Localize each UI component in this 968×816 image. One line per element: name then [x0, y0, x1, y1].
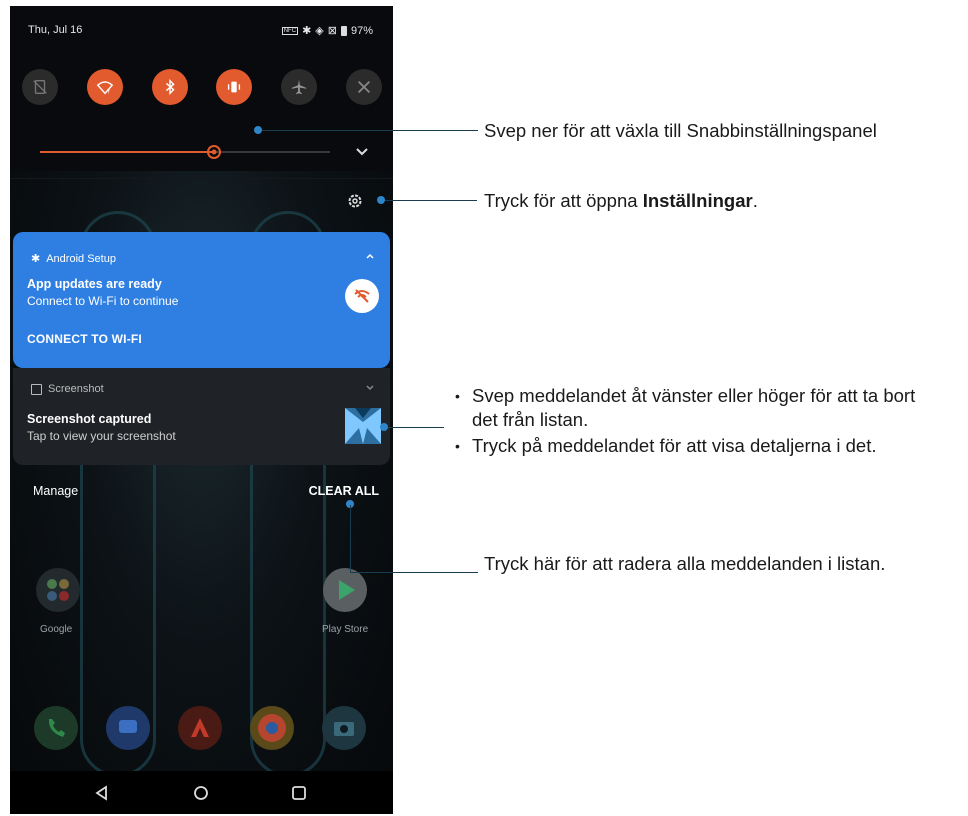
svg-text:?: ? [107, 88, 110, 95]
vibrate-toggle[interactable] [216, 69, 253, 105]
image-icon [31, 383, 42, 395]
notification-app-name: Android Setup [46, 252, 116, 265]
vibrate-icon: ◈ [315, 25, 324, 37]
navigation-bar [10, 771, 393, 814]
brightness-thumb-icon[interactable] [205, 143, 223, 161]
annotation-dot [380, 423, 388, 431]
app-label-play-store: Play Store [322, 624, 369, 635]
home-icon[interactable] [191, 783, 211, 803]
annotation-line [350, 572, 478, 573]
chevron-down-icon[interactable] [364, 382, 376, 394]
annotation-dot [254, 126, 262, 134]
airplane-icon [291, 79, 307, 95]
camera-icon[interactable] [322, 706, 366, 750]
annotation-bullet-tap: Tryck på meddelandet för att visa detalj… [455, 434, 925, 458]
annotation-settings-prefix: Tryck för att öppna [484, 190, 643, 211]
no-sim-icon [33, 80, 47, 94]
play-store-icon[interactable] [323, 568, 367, 612]
annotation-clear-all: Tryck här för att radera alla meddelande… [484, 553, 886, 574]
wifi-off-icon [345, 279, 379, 313]
bluetooth-icon [165, 78, 175, 96]
manage-button[interactable]: Manage [33, 484, 78, 498]
annotation-bullet-swipe: Svep meddelandet åt vänster eller höger … [455, 384, 925, 432]
divider [10, 178, 393, 179]
airplane-toggle[interactable] [281, 69, 318, 105]
recents-icon[interactable] [289, 783, 309, 803]
notification-app-row: Screenshot [31, 383, 104, 395]
chevron-down-icon[interactable] [353, 142, 371, 160]
annotation-notification-bullets: Svep meddelandet åt vänster eller höger … [455, 384, 925, 460]
battery-percent: 97% [350, 24, 373, 37]
app-label-google: Google [40, 624, 73, 635]
brightness-slider[interactable] [40, 145, 330, 159]
google-folder-icon[interactable] [36, 568, 80, 612]
connect-wifi-button[interactable]: CONNECT TO WI-FI [27, 332, 142, 346]
quick-settings-row: ? [22, 69, 382, 105]
annotation-settings-suffix: . [752, 190, 758, 211]
notification-body: Tap to view your screenshot [27, 429, 176, 443]
vibrate-icon [228, 81, 241, 93]
screenshot-thumbnail [345, 408, 381, 444]
x-mode-icon [357, 80, 371, 94]
bluetooth-toggle[interactable] [151, 69, 188, 105]
notification-title: App updates are ready [27, 277, 162, 291]
phone-icon[interactable] [34, 706, 78, 750]
phone-screen: Thu, Jul 16 NFC ✱ ◈ ⊠ 97% ? ✱ Android Se… [10, 6, 393, 814]
no-sim-toggle[interactable] [22, 69, 58, 105]
wifi-question-icon: ? [96, 81, 114, 95]
status-icons: NFC ✱ ◈ ⊠ 97% [281, 24, 373, 37]
messages-icon[interactable] [106, 706, 150, 750]
annotation-line [385, 200, 477, 201]
annotation-line [388, 427, 444, 428]
bluetooth-icon: ✱ [302, 25, 312, 37]
annotation-dot [377, 196, 385, 204]
notification-android-setup[interactable]: ✱ Android Setup App updates are ready Co… [13, 232, 390, 368]
wifi-toggle[interactable]: ? [86, 69, 123, 105]
annotation-line [350, 505, 351, 573]
armoury-icon[interactable] [178, 706, 222, 750]
x-mode-toggle[interactable] [345, 69, 382, 105]
notification-screenshot[interactable]: Screenshot Screenshot captured Tap to vi… [13, 368, 390, 465]
annotation-line [262, 130, 478, 131]
notification-app-row: ✱ Android Setup [31, 252, 116, 266]
annotation-swipe-down: Svep ner för att växla till Snabbinställ… [484, 120, 877, 141]
battery-icon [340, 25, 347, 36]
annotation-settings: Tryck för att öppna Inställningar. [484, 188, 758, 213]
chevron-up-icon[interactable] [364, 250, 376, 262]
nfc-icon: NFC [281, 26, 299, 35]
clear-all-button[interactable]: CLEAR ALL [309, 484, 379, 498]
gear-icon[interactable] [346, 192, 364, 210]
notification-title: Screenshot captured [27, 412, 152, 426]
no-sim-icon: ⊠ [327, 25, 337, 37]
notification-body: Connect to Wi-Fi to continue [27, 294, 179, 308]
chrome-icon[interactable] [250, 706, 294, 750]
annotation-settings-bold: Inställningar [642, 190, 753, 211]
status-date: Thu, Jul 16 [28, 24, 83, 36]
gear-icon: ✱ [31, 253, 41, 265]
notification-app-name: Screenshot [48, 383, 104, 395]
back-icon[interactable] [92, 783, 112, 803]
brightness-fill [40, 151, 214, 153]
